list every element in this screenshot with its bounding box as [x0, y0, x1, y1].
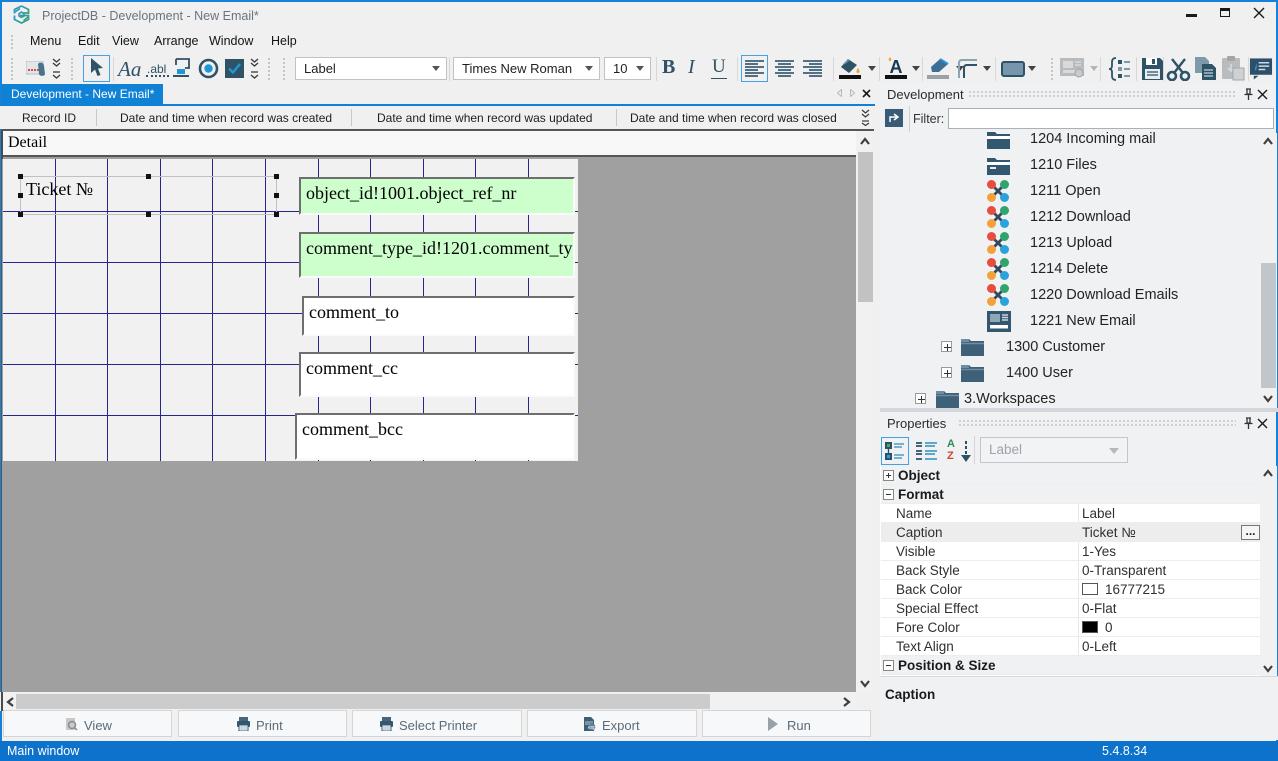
svg-text:exp: exp — [588, 725, 596, 731]
svg-text:A: A — [890, 57, 903, 77]
